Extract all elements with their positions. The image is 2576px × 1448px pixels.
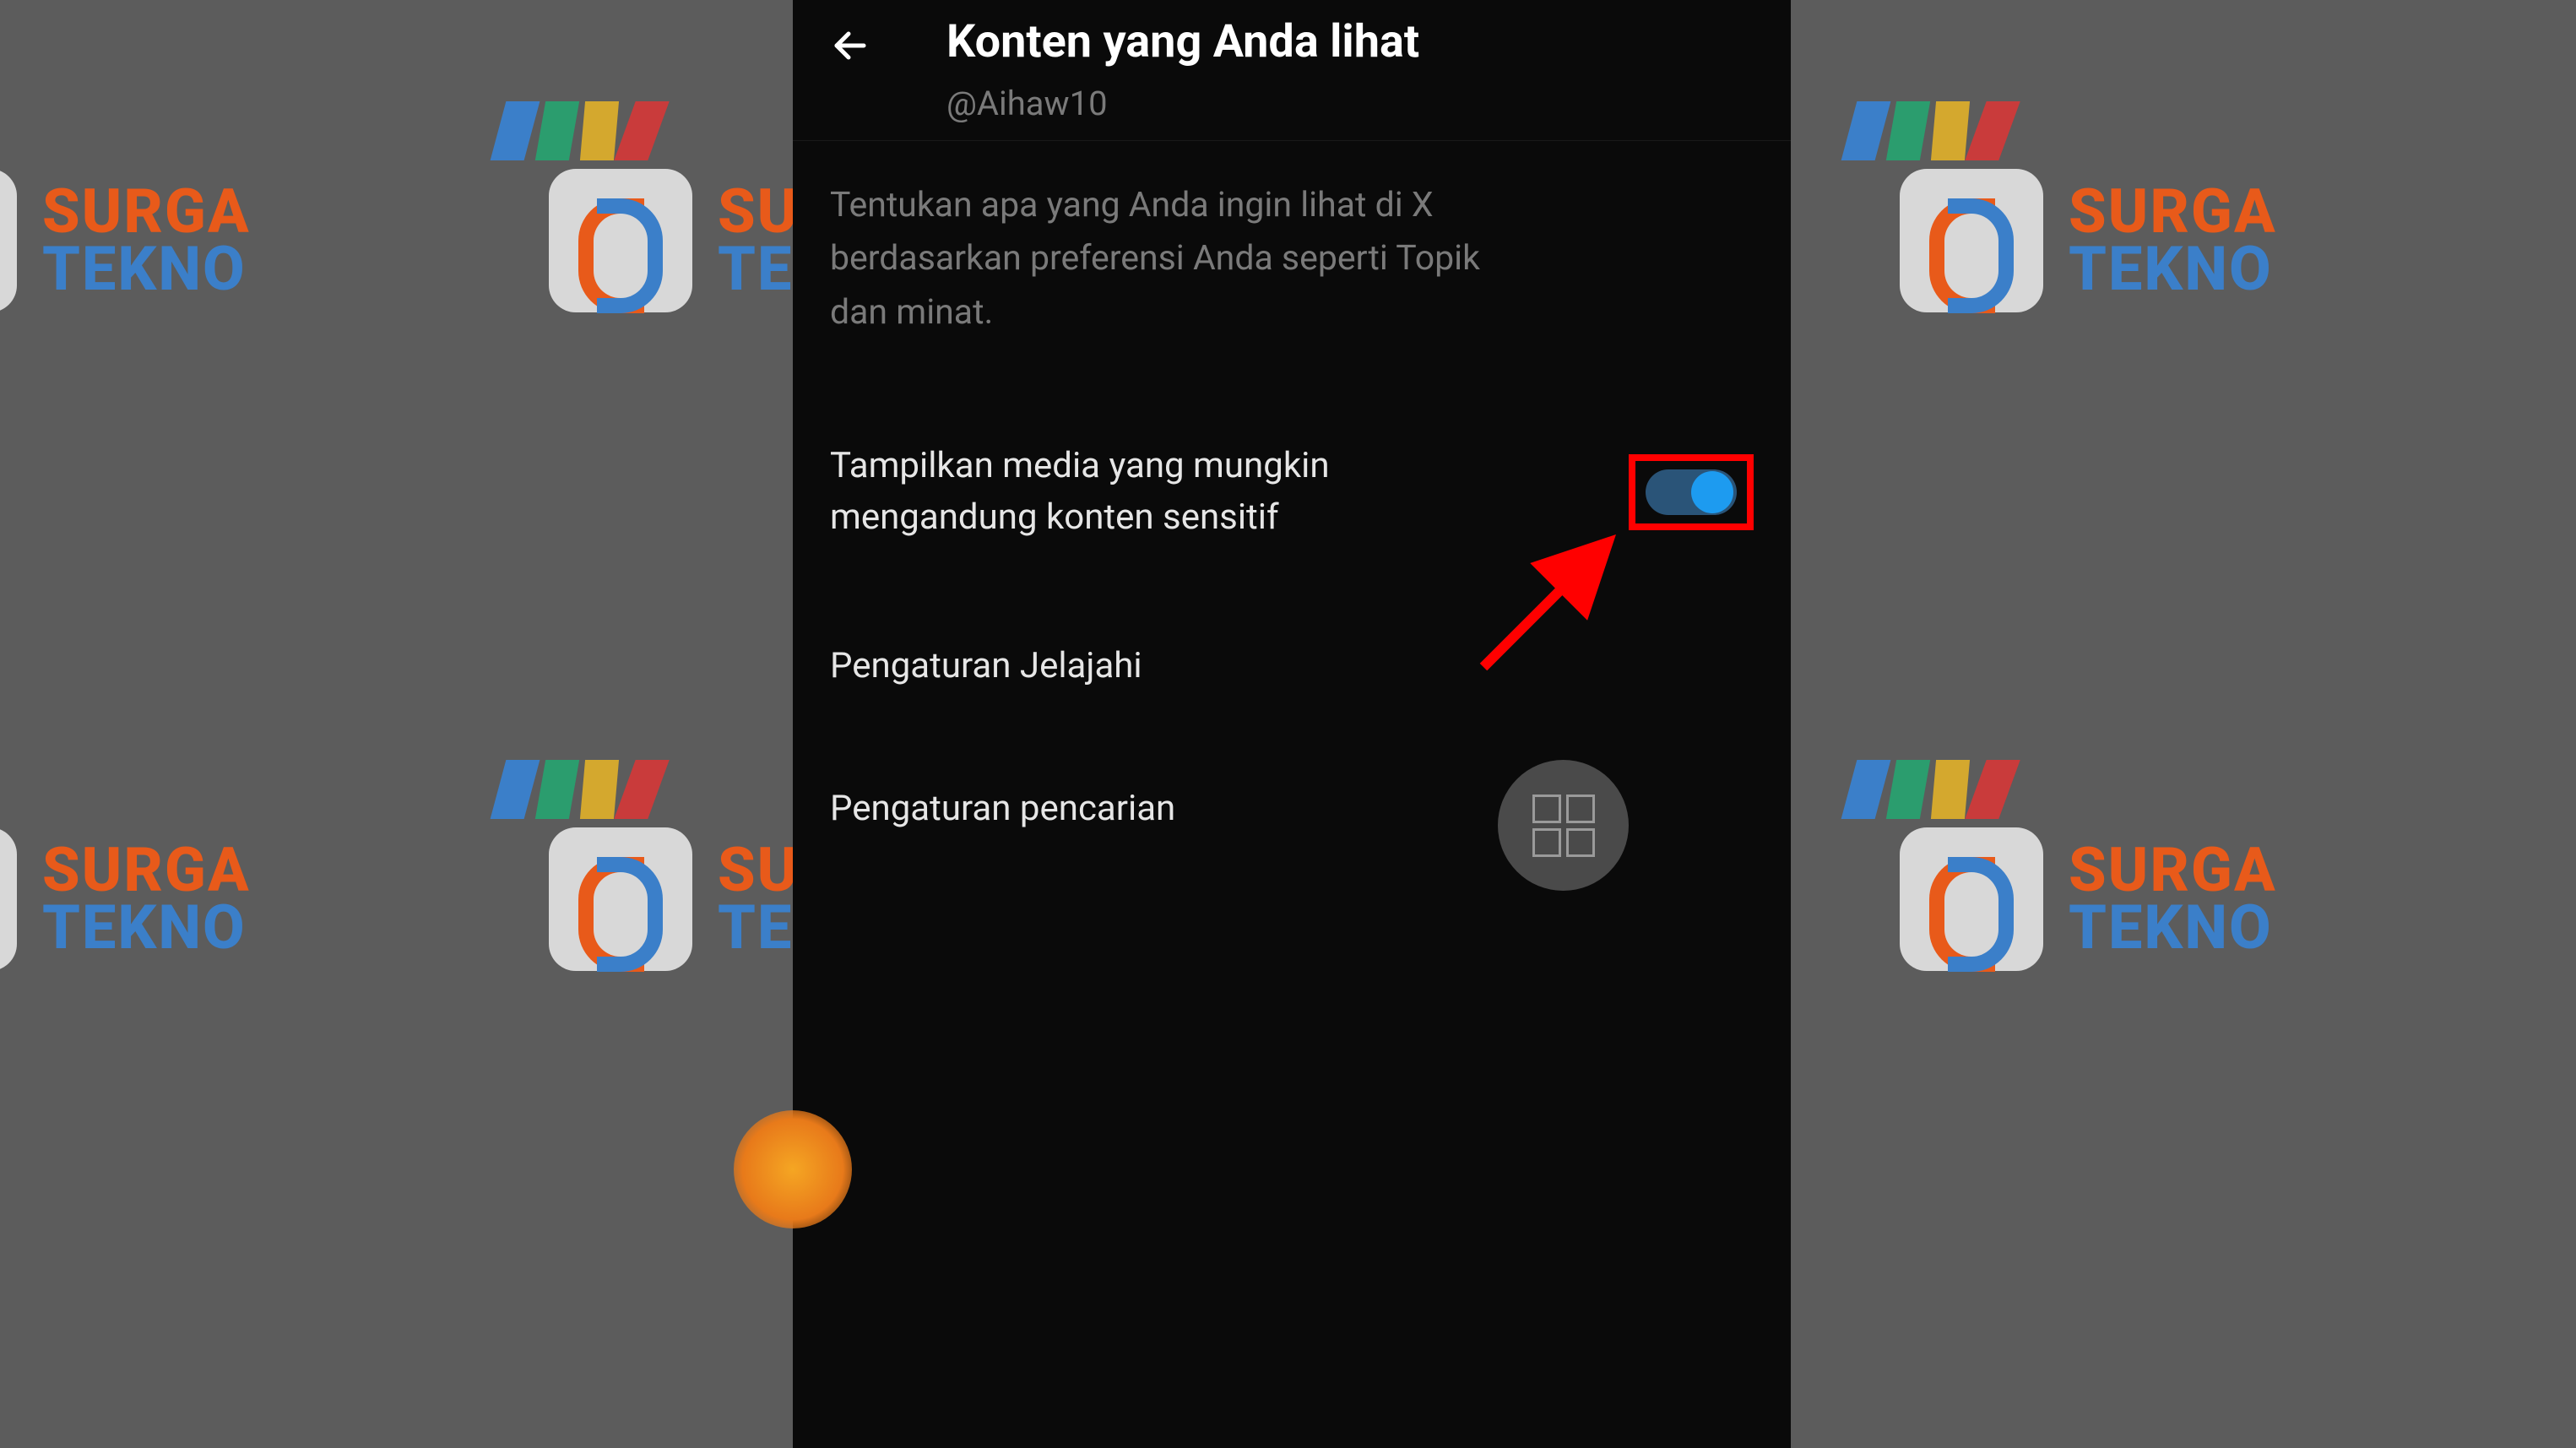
corner-glow xyxy=(734,1110,852,1228)
sensitive-media-setting[interactable]: Tampilkan media yang mungkin mengandung … xyxy=(830,441,1754,544)
page-header: Konten yang Anda lihat @Aihaw10 xyxy=(793,0,1791,141)
explore-settings-label: Pengaturan Jelajahi xyxy=(830,645,1754,686)
floating-grid-button[interactable] xyxy=(1498,760,1629,891)
username-subtitle: @Aihaw10 xyxy=(946,84,1419,123)
explore-settings-row[interactable]: Pengaturan Jelajahi xyxy=(830,645,1754,686)
phone-screen: Konten yang Anda lihat @Aihaw10 Tentukan… xyxy=(793,0,1791,1448)
page-title: Konten yang Anda lihat xyxy=(946,15,1419,70)
sensitive-media-label: Tampilkan media yang mungkin mengandung … xyxy=(830,441,1472,544)
toggle-knob xyxy=(1691,471,1733,513)
back-arrow-icon[interactable] xyxy=(830,25,870,74)
sensitive-media-toggle[interactable] xyxy=(1646,469,1737,515)
settings-content: Tentukan apa yang Anda ingin lihat di X … xyxy=(793,141,1791,829)
highlight-annotation-box xyxy=(1629,454,1754,530)
page-description: Tentukan apa yang Anda ingin lihat di X … xyxy=(830,179,1522,340)
grid-icon xyxy=(1532,795,1595,857)
